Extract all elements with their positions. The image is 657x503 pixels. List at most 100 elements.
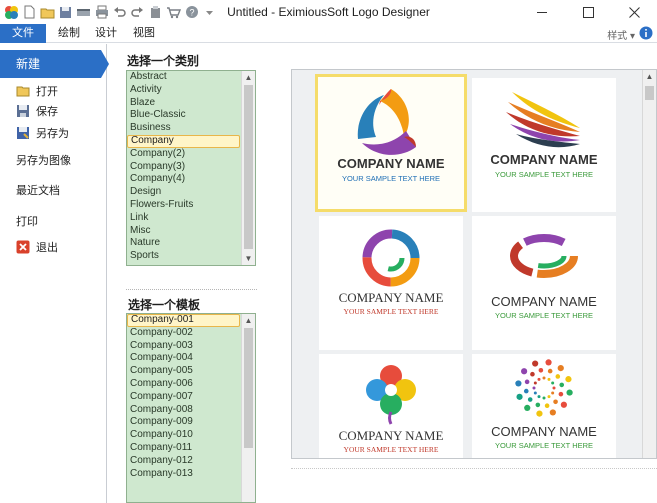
category-list-item[interactable]: Business <box>127 122 255 135</box>
template-list-item[interactable]: Company-001 <box>127 314 240 327</box>
category-list-item[interactable]: Link <box>127 212 255 225</box>
category-list-item[interactable]: Company(2) <box>127 148 255 161</box>
scroll-thumb[interactable] <box>244 328 253 448</box>
logo-preview-card[interactable]: COMPANY NAME YOUR SAMPLE TEXT HERE <box>472 216 616 350</box>
spiral-dot <box>527 397 533 402</box>
category-list-item[interactable]: Sports <box>127 250 255 263</box>
tagline-text: YOUR SAMPLE TEXT HERE <box>494 170 594 179</box>
category-list-item[interactable]: Company(3) <box>127 161 255 174</box>
template-list-item[interactable]: Company-002 <box>127 327 255 340</box>
spiral-dot <box>516 393 523 400</box>
spiral-dot <box>532 386 536 390</box>
category-list-item[interactable]: Blaze <box>127 97 255 110</box>
spiral-dot <box>524 404 531 411</box>
tab-design[interactable]: 设计 <box>90 24 122 43</box>
save-as-menu-item[interactable]: 另存为 <box>0 123 106 143</box>
logo-preview-card[interactable]: COMPANY NAME YOUR SAMPLE TEXT HERE <box>315 74 467 212</box>
minimize-button[interactable] <box>519 0 565 24</box>
category-list-item[interactable]: Activity <box>127 84 255 97</box>
open-menu-item[interactable]: 打开 <box>0 81 106 101</box>
spiral-dot <box>552 386 556 390</box>
template-scrollbar[interactable]: ▲ <box>241 314 255 502</box>
company-name-text: COMPANY NAME <box>337 156 445 171</box>
close-button[interactable] <box>611 0 657 24</box>
category-scrollbar[interactable]: ▲ ▼ <box>241 71 255 265</box>
new-menu-item[interactable]: 新建 <box>0 50 101 78</box>
spiral-dot <box>544 403 550 409</box>
tab-view[interactable]: 视图 <box>128 24 160 43</box>
spiral-dot <box>547 377 551 381</box>
open-label: 打开 <box>36 86 58 98</box>
spiral-dot <box>547 368 553 374</box>
logo-preview-card[interactable]: COMPANY NAME YOUR SAMPLE TEXT HERE <box>319 216 463 350</box>
template-list-item[interactable]: Company-003 <box>127 340 255 353</box>
title-bar: ? Untitled - EximiousSoft Logo Designer <box>0 0 657 24</box>
category-list-item[interactable]: Blue-Classic <box>127 109 255 122</box>
category-list-item[interactable]: Nature <box>127 237 255 250</box>
template-list-item[interactable]: Company-007 <box>127 391 255 404</box>
category-list-item[interactable]: Company(4) <box>127 173 255 186</box>
spiral-dot <box>524 379 530 385</box>
template-list-item[interactable]: Company-005 <box>127 365 255 378</box>
logo-preview-card[interactable]: COMPANY NAME YOUR SAMPLE TEXT HERE <box>472 78 616 212</box>
template-list-item[interactable]: Company-004 <box>127 352 255 365</box>
save-menu-item[interactable]: 保存 <box>0 101 106 121</box>
style-label: 样式 <box>607 31 628 42</box>
scroll-up-icon[interactable]: ▲ <box>242 71 255 84</box>
tab-draw[interactable]: 绘制 <box>52 24 86 43</box>
exit-label: 退出 <box>36 242 58 254</box>
spiral-dot <box>551 381 555 385</box>
template-list-item[interactable]: Company-011 <box>127 442 255 455</box>
maximize-button[interactable] <box>565 0 611 24</box>
spiral-dot <box>537 377 541 381</box>
logo-preview-gallery[interactable]: COMPANY NAME YOUR SAMPLE TEXT HERE COMPA… <box>291 69 657 459</box>
spiral-dot <box>559 382 565 388</box>
scroll-thumb[interactable] <box>244 85 253 249</box>
template-list-item[interactable]: Company-008 <box>127 404 255 417</box>
scroll-up-icon[interactable]: ▲ <box>242 314 255 327</box>
spiral-dot <box>537 395 541 399</box>
tagline-text: YOUR SAMPLE TEXT HERE <box>343 445 439 454</box>
ribbon-tab-bar: 文件 绘制 设计 视图 样式 ▾ <box>0 24 657 43</box>
style-dropdown[interactable]: 样式 ▾ <box>607 27 635 42</box>
info-icon[interactable] <box>639 26 653 40</box>
save-as-image-menu-item[interactable]: 另存为图像 <box>0 150 106 170</box>
logo-preview-card[interactable]: COMPANY NAME YOUR SAMPLE TEXT HERE <box>319 354 463 458</box>
spiral-dot <box>523 388 529 394</box>
spiral-dot <box>565 376 572 383</box>
open-folder-icon <box>16 84 30 98</box>
tagline-text: YOUR SAMPLE TEXT HERE <box>343 307 439 316</box>
category-list-item[interactable]: Design <box>127 186 255 199</box>
template-list[interactable]: Company-001 Company-002 Company-003 Company… <box>126 313 256 503</box>
scroll-up-icon[interactable]: ▲ <box>643 70 656 83</box>
scroll-down-icon[interactable]: ▼ <box>242 252 255 265</box>
template-list-item[interactable]: Company-013 <box>127 468 255 481</box>
wings-logo <box>506 92 580 148</box>
recent-documents-menu-item[interactable]: 最近文档 <box>0 180 106 200</box>
save-icon <box>16 104 30 118</box>
logo-preview-card[interactable]: COMPANY NAME YOUR SAMPLE TEXT HERE <box>472 354 616 458</box>
exit-menu-item[interactable]: 退出 <box>0 237 106 257</box>
category-list-item[interactable]: Misc <box>127 225 255 238</box>
template-list-item[interactable]: Company-012 <box>127 455 255 468</box>
maximize-icon <box>582 6 594 18</box>
tagline-text: YOUR SAMPLE TEXT HERE <box>494 441 594 450</box>
triangle-swirl-logo <box>357 89 416 155</box>
close-icon <box>628 6 640 18</box>
template-list-item[interactable]: Company-009 <box>127 416 255 429</box>
company-name-text: COMPANY NAME <box>491 424 597 439</box>
category-list-item[interactable]: Abstract <box>127 71 255 84</box>
gallery-scrollbar[interactable]: ▲ <box>642 70 656 458</box>
scroll-thumb[interactable] <box>645 86 654 100</box>
template-list-item[interactable]: Company-006 <box>127 378 255 391</box>
category-list-item[interactable]: Company <box>127 134 240 148</box>
category-list[interactable]: Abstract Activity Blaze Blue-Classic Busines… <box>126 70 256 266</box>
category-list-item[interactable]: Flowers-Fruits <box>127 199 255 212</box>
spiral-dot <box>542 376 546 380</box>
spiral-dot <box>545 359 552 366</box>
template-list-item[interactable]: Company-010 <box>127 429 255 442</box>
spiral-dot <box>532 360 539 367</box>
print-menu-item[interactable]: 打印 <box>0 211 106 231</box>
spiral-dot <box>515 380 522 387</box>
tab-file[interactable]: 文件 <box>0 24 46 43</box>
